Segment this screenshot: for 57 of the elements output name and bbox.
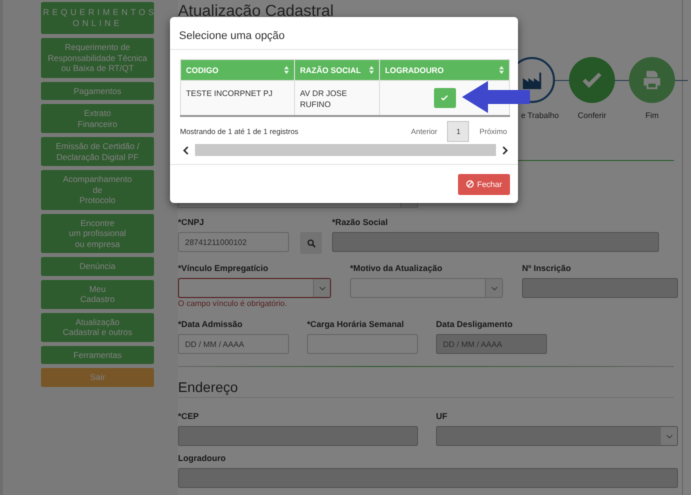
column-header[interactable]: LOGRADOURO [380, 60, 510, 80]
error-message: O campo vínculo é obrigatório. [178, 299, 288, 309]
input-field[interactable]: 28741211000102 [178, 232, 289, 252]
sort-icon [499, 66, 504, 74]
step-print-icon[interactable] [629, 57, 675, 103]
field-label: Nº Inscrição [522, 263, 572, 274]
check-icon [441, 95, 448, 101]
section-heading: Endereço [178, 379, 674, 398]
input-field[interactable] [307, 334, 418, 354]
sidebar-item[interactable]: Pagamentos [41, 82, 154, 100]
caret-icon [666, 434, 672, 438]
caret-icon [318, 286, 326, 290]
sort-icon [369, 66, 374, 74]
field-label: *Carga Horária Semanal [307, 319, 405, 330]
page-title: Atualização Cadastral [178, 2, 335, 22]
table-cell: TESTE INCORPNET PJ [180, 80, 294, 116]
modal-title: Selecione uma opção [179, 30, 285, 42]
arrow-annotation [462, 81, 530, 113]
field-label: *CNPJ [178, 217, 205, 228]
sidebar-item[interactable]: Extrato Financeiro [41, 104, 154, 133]
field-label: UF [436, 411, 448, 422]
step-label: Fim [645, 111, 659, 120]
scroll-right-icon[interactable] [502, 146, 508, 154]
field-label: *Data Admissão [178, 319, 244, 330]
field-label: Data Desligamento [436, 319, 514, 330]
field-label: Logradouro [178, 453, 227, 464]
table-cell: AV DR JOSE RUFINO [294, 80, 380, 116]
ban-icon [466, 180, 474, 188]
logout-button[interactable]: Sair [41, 368, 154, 386]
sidebar-item[interactable]: Meu Cadastro [41, 280, 154, 308]
scrollbar-thumb[interactable] [195, 144, 496, 156]
sidebar-item[interactable]: Denúncia [41, 257, 154, 276]
field-label: *CEP [178, 411, 200, 422]
select-field[interactable] [178, 278, 331, 298]
step-label: e Trabalho [521, 111, 559, 120]
field-label: *Vínculo Empregatício [178, 263, 270, 274]
sidebar-item[interactable]: Encontre um profissional ou empresa [41, 214, 154, 253]
sidebar-item[interactable]: Emissão de Certidão / Declaração Digital PF [41, 137, 154, 166]
caret-icon [490, 286, 498, 290]
scroll-left-icon[interactable] [183, 146, 189, 154]
select-button[interactable] [434, 88, 456, 108]
sidebar-header[interactable]: REQUERIMENTOS ONLINE [41, 2, 154, 34]
input-field[interactable]: DD / MM / AAAA [178, 334, 289, 354]
column-header[interactable]: CODIGO [180, 60, 294, 80]
sidebar-item[interactable]: Ferramentas [41, 346, 154, 364]
sort-icon [284, 66, 289, 74]
close-button[interactable]: Fechar [458, 174, 510, 194]
step-check-icon[interactable] [569, 57, 615, 103]
field-label: *Razão Social [332, 217, 389, 228]
sidebar-item[interactable]: Atualização Cadastral e outros [41, 312, 154, 342]
column-header[interactable]: RAZÃO SOCIAL [294, 60, 380, 80]
field-label: *Motivo da Atualização [350, 263, 444, 274]
search-icon [306, 238, 316, 248]
step-label: Conferir [578, 111, 606, 120]
sidebar-item[interactable]: Acompanhamento de Protocolo [41, 170, 154, 210]
sidebar-item[interactable]: Requerimento de Responsabilidade Técnica ou Baixa de RT/QT [41, 38, 154, 78]
search-button[interactable] [300, 232, 322, 254]
